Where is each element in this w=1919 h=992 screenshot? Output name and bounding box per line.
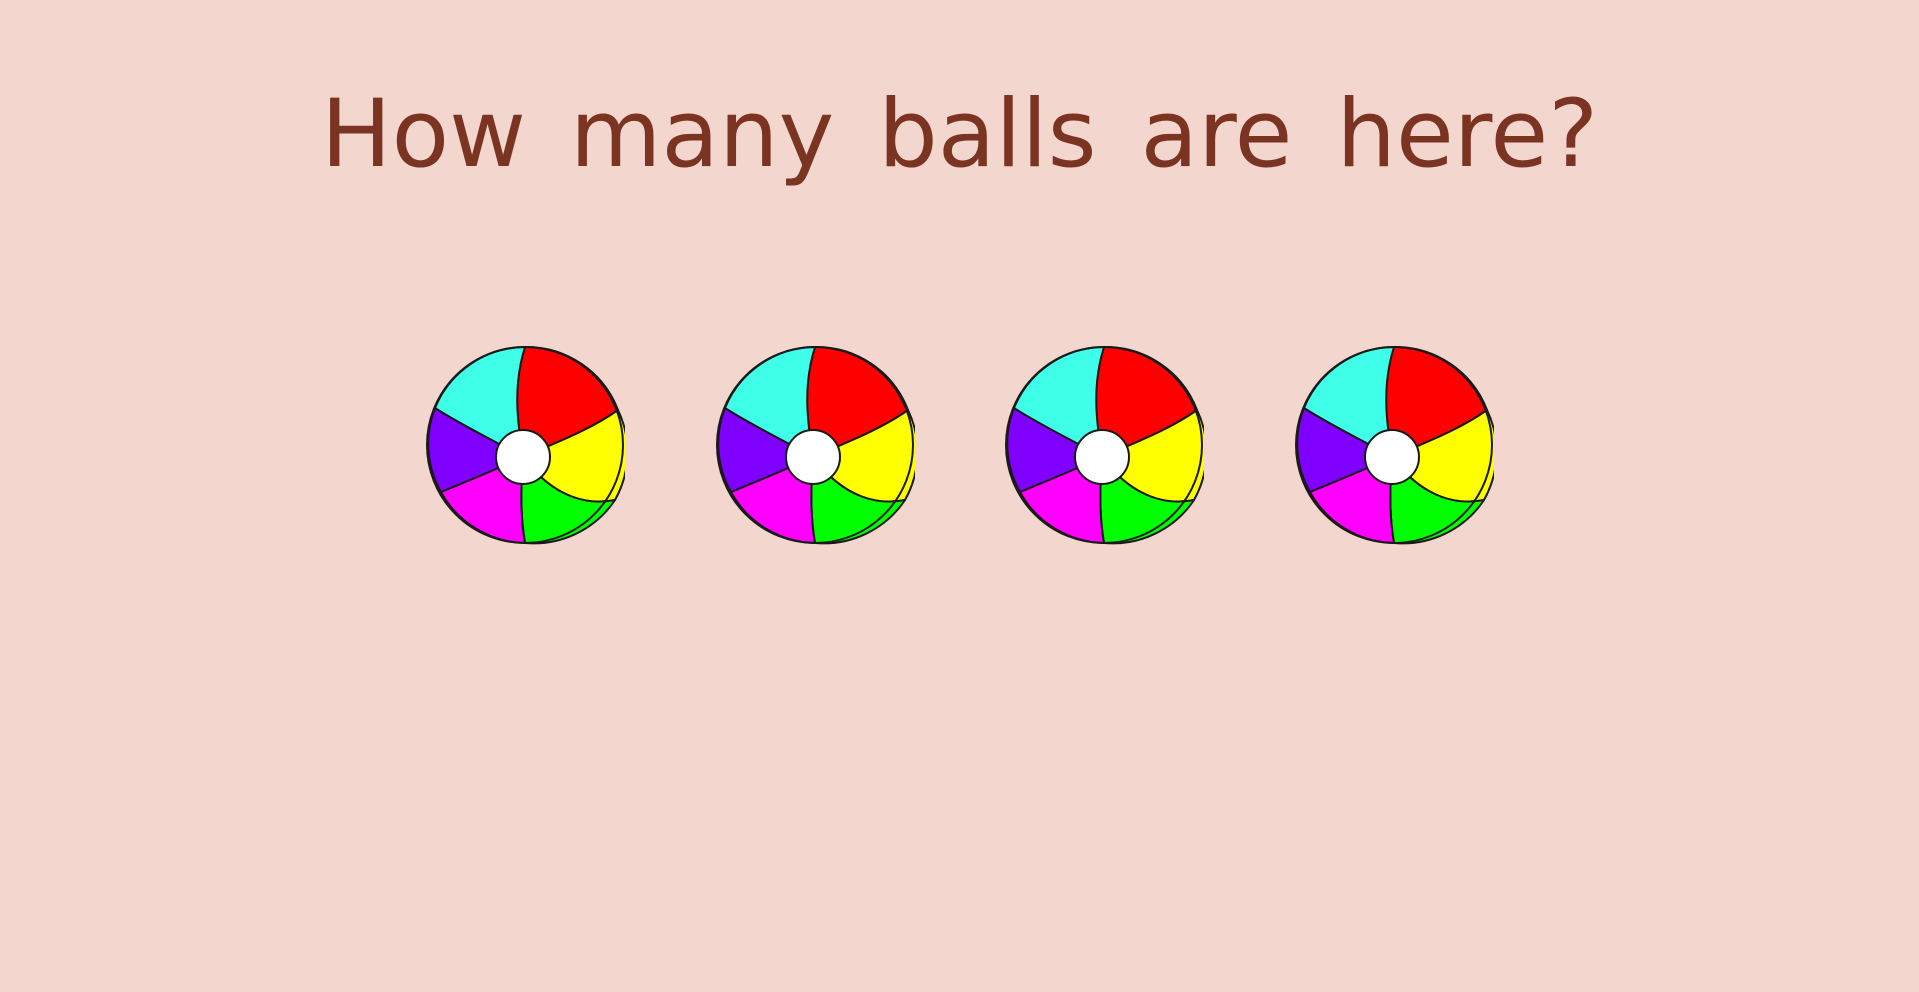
beach-ball-icon [715, 345, 915, 545]
beach-ball-icon [1004, 345, 1204, 545]
question-title: How many balls are here? [320, 80, 1599, 189]
quiz-slide: How many balls are here? [0, 0, 1919, 992]
balls-row [0, 345, 1919, 545]
beach-ball-icon [425, 345, 625, 545]
beach-ball-icon [1294, 345, 1494, 545]
